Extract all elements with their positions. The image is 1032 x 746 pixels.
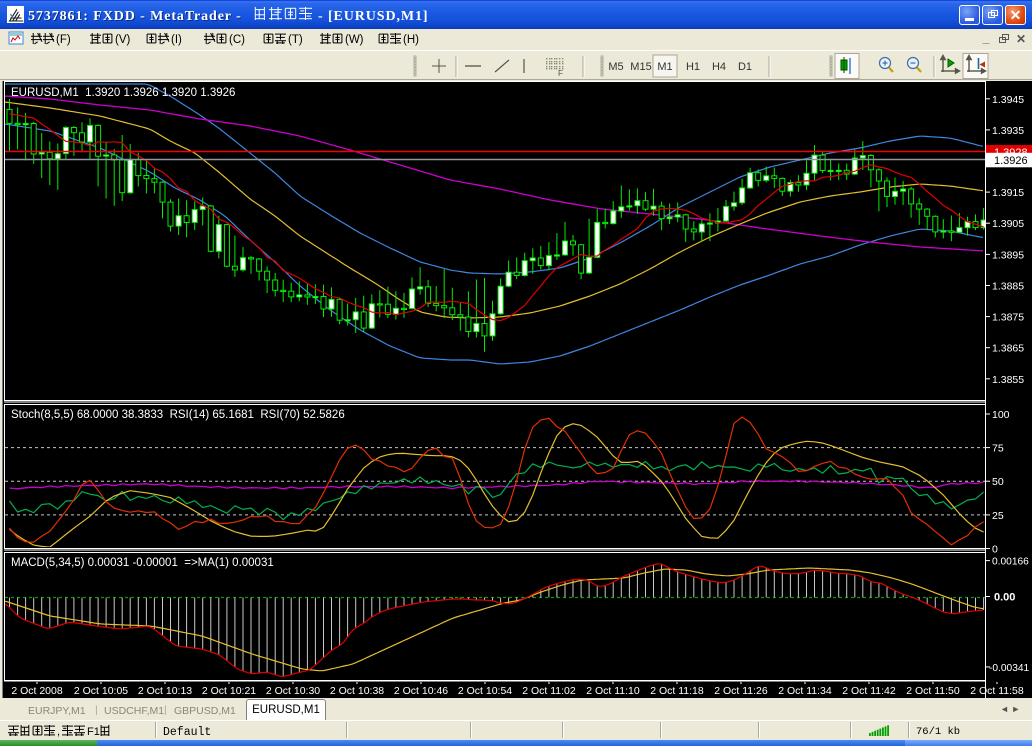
svg-text:F: F <box>558 69 563 78</box>
svg-text:M1: M1 <box>657 61 672 73</box>
svg-text:,: , <box>57 726 60 738</box>
svg-text:H1: H1 <box>686 61 700 73</box>
svg-text:D1: D1 <box>738 61 752 73</box>
svg-text:Default: Default <box>163 726 211 739</box>
svg-text:M15: M15 <box>630 61 651 73</box>
svg-text:76/1 kb: 76/1 kb <box>916 726 960 738</box>
svg-text:(F): (F) <box>56 34 71 46</box>
svg-text:- [EURUSD,M1]: - [EURUSD,M1] <box>318 9 428 24</box>
svg-text:(I): (I) <box>171 34 182 46</box>
svg-text:(V): (V) <box>115 34 131 46</box>
svg-text:5737861: FXDD - MetaTrader -: 5737861: FXDD - MetaTrader - <box>28 9 242 24</box>
svg-text:H4: H4 <box>712 61 726 73</box>
svg-text:(T): (T) <box>288 34 303 46</box>
svg-text:(H): (H) <box>403 34 419 46</box>
svg-text:M5: M5 <box>608 61 623 73</box>
svg-text:F1: F1 <box>87 726 100 738</box>
svg-text:(C): (C) <box>229 34 245 46</box>
svg-text:(W): (W) <box>345 34 364 46</box>
